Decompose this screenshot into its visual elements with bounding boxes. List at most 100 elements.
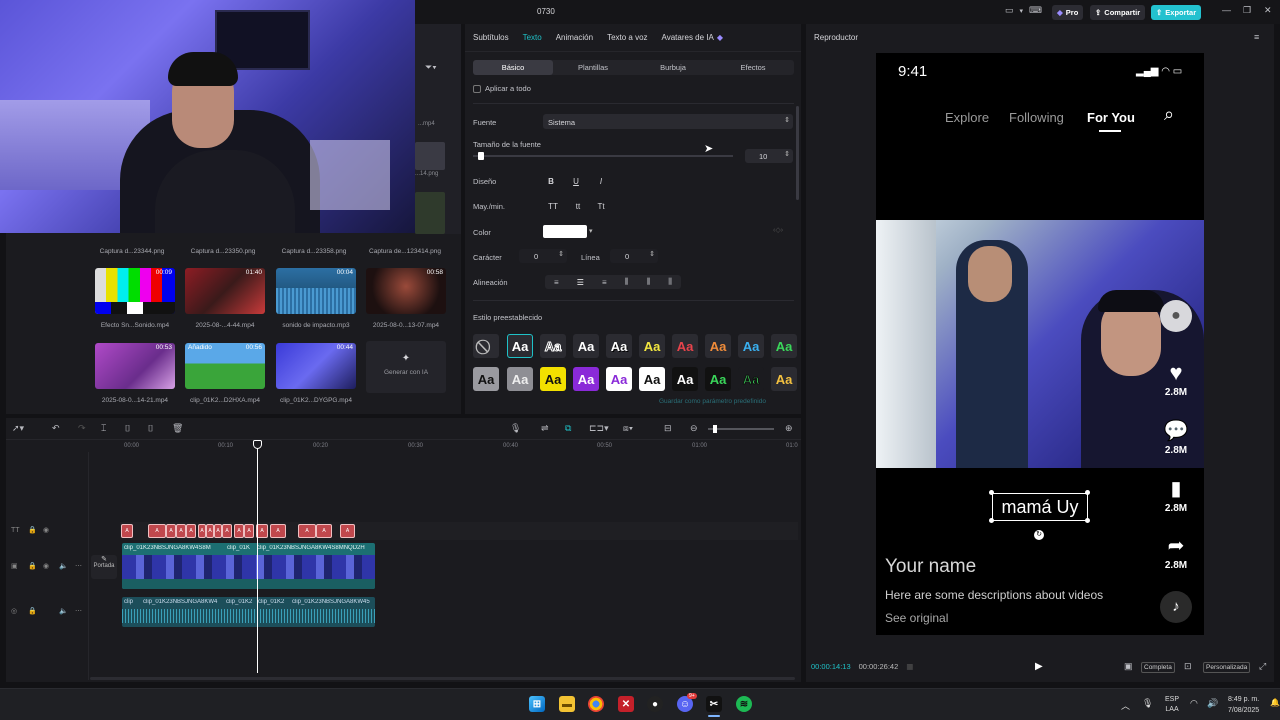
preset-style[interactable]: Aa [639,334,665,358]
bookmark-button[interactable]: ▮ 2.8M [1160,478,1192,514]
text-clip[interactable]: A [148,524,166,538]
font-size-slider[interactable] [473,152,733,160]
split-left-icon[interactable]: ⌷ [125,423,130,434]
preset-style[interactable]: Aa [540,367,566,391]
timeline-scrollbar[interactable] [90,677,795,680]
media-item[interactable]: 00:53 [95,343,175,389]
cover-button[interactable]: ✎ Portada [91,555,117,579]
line-spacing-input[interactable]: 0 ⇕ [610,249,658,263]
link-icon[interactable]: ⇌ [541,423,549,434]
fullscreen-icon[interactable]: ⤢ [1259,661,1266,672]
tab-text-to-speech[interactable]: Texto a voz [607,33,647,42]
text-clip[interactable]: A [234,524,244,538]
menu-icon[interactable]: ≡ [1254,32,1259,42]
eye-icon[interactable]: ◉ [43,526,49,534]
font-select[interactable]: Sistema ⇕ [543,114,793,129]
lowercase-button[interactable]: tt [570,198,586,214]
close-icon[interactable]: ✕ [1264,5,1272,16]
slider-handle[interactable] [478,152,485,160]
audio-clip[interactable]: clip [124,599,133,605]
align-middle-icon[interactable]: ⫼ [646,277,650,287]
nav-explore[interactable]: Explore [945,110,989,125]
more-icon[interactable]: ⋯ [75,562,82,570]
github-icon[interactable]: ● [647,696,663,712]
nav-for-you[interactable]: For You [1087,110,1135,125]
notification-bell-icon[interactable]: 🔔 [1270,698,1280,707]
titlecase-button[interactable]: Tt [593,198,609,214]
caption-icon[interactable]: ⊟ [664,423,672,434]
subtab-basic[interactable]: Básico [473,60,553,75]
italic-button[interactable]: I [593,173,609,189]
text-clip[interactable]: A [244,524,254,538]
preset-style[interactable]: Aa [507,334,533,358]
split-right-icon[interactable]: ⌷ [148,423,153,434]
see-original-link[interactable]: See original [885,611,948,625]
capcut-icon[interactable]: ✂ [706,696,722,712]
caption-text-box[interactable]: mamá Uy [992,493,1088,521]
profile-avatar[interactable]: ● [1160,300,1192,332]
media-thumb[interactable] [415,142,445,170]
split-icon[interactable]: ⌶ [101,423,106,434]
snap-icon[interactable]: ⊏⊐▾ [589,423,609,434]
subtab-bubble[interactable]: Burbuja [633,63,713,72]
video-clip[interactable]: clip_01K [227,545,255,551]
preset-style[interactable]: Aa [507,367,533,391]
text-clip[interactable]: A [316,524,332,538]
resize-handle[interactable] [989,518,994,523]
grid-icon[interactable]: ▦ [906,662,913,671]
search-icon[interactable]: ⌕ [1164,104,1174,125]
preset-style[interactable]: Aa [573,367,599,391]
align-top-icon[interactable]: ⫼ [625,277,629,287]
stepper-icon[interactable]: ⇕ [558,250,564,258]
full-button[interactable]: Completa [1141,662,1175,673]
zoom-out-icon[interactable]: ⊖ [690,423,698,434]
resize-handle[interactable] [1085,518,1090,523]
subtab-templates[interactable]: Plantillas [553,63,633,72]
stepper-icon[interactable]: ⇕ [649,250,655,258]
nav-following[interactable]: Following [1009,110,1064,125]
scrollbar[interactable] [796,106,799,200]
align-left-icon[interactable]: ≡ [554,278,559,287]
preset-style[interactable]: Aa [738,334,764,358]
rotate-icon[interactable]: ↻ [1034,530,1044,540]
preset-style[interactable]: Aa [705,334,731,358]
playhead[interactable] [257,441,258,673]
chevron-down-icon[interactable]: ▾ [589,227,593,235]
custom-ratio-button[interactable]: Personalizada [1203,662,1251,673]
audio-clip[interactable]: clip_01K23NBSJNGA8KW4 [143,599,223,605]
chevron-down-icon[interactable]: ▾ [1020,7,1024,15]
speaker-icon[interactable]: 🔊 [1207,698,1218,709]
text-clip[interactable]: A [270,524,286,538]
stepper-icon[interactable]: ⇕ [784,150,790,158]
media-item[interactable]: 00:04 [276,268,356,314]
preview-axis-icon[interactable]: ⧈▾ [623,423,633,434]
tab-animation[interactable]: Animación [556,33,593,42]
media-item[interactable]: Añadido 00:56 [185,343,265,389]
text-clip[interactable]: A [206,524,214,538]
preset-style[interactable]: Aa [606,367,632,391]
tab-ai-avatars[interactable]: Avatares de IA [662,33,714,42]
share-button[interactable]: ⇪ Compartir [1090,5,1146,20]
lock-icon[interactable]: 🔒 [28,562,37,570]
preset-style[interactable]: Aa [705,367,731,391]
no-style-icon[interactable]: ⃠ [473,334,499,358]
xmind-icon[interactable]: ✕ [618,696,634,712]
language-indicator[interactable]: ESP LAA [1165,695,1179,715]
shortcuts-icon[interactable]: ⌨ [1029,5,1042,16]
minimize-icon[interactable]: — [1222,5,1231,15]
character-spacing-input[interactable]: 0 ⇕ [519,249,567,263]
media-item[interactable]: 00:58 [366,268,446,314]
windows-start-icon[interactable]: ⊞ [529,696,545,712]
generate-ai-card[interactable]: ✦ Generar con IA [366,341,446,393]
microphone-icon[interactable]: 🎙 [510,423,521,434]
video-clip[interactable]: clip_01K23NBSJNGA8KW4S8M [124,545,224,551]
volume-icon[interactable]: 🔈 [59,607,68,615]
resize-handle[interactable] [1085,490,1090,495]
text-clip[interactable]: A [176,524,186,538]
uppercase-button[interactable]: TT [545,198,561,214]
restore-icon[interactable]: ❐ [1243,5,1251,16]
align-right-icon[interactable]: ≡ [602,278,607,287]
preset-style[interactable]: Aa [573,334,599,358]
magnet-icon[interactable]: ⧉ [565,423,571,434]
volume-icon[interactable]: 🔈 [59,562,68,570]
